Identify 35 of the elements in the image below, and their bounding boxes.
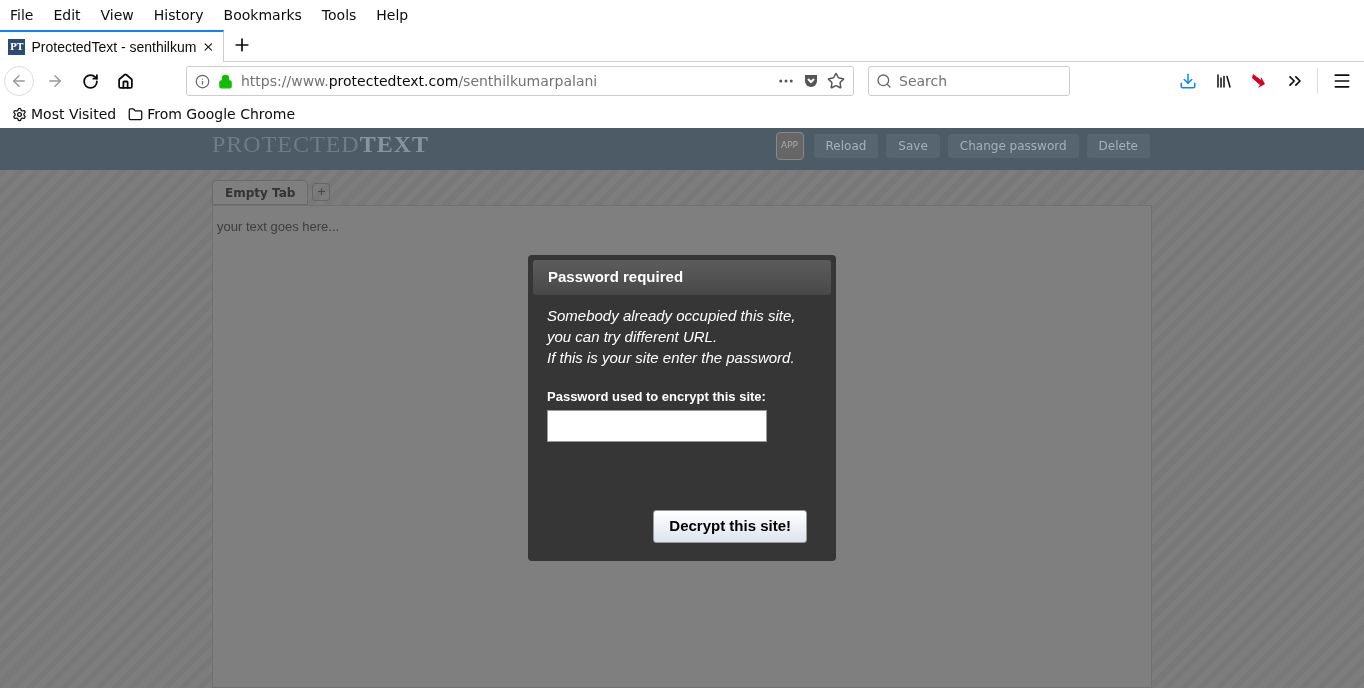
home-icon[interactable] [117, 72, 134, 90]
lock-icon [218, 73, 233, 89]
menu-item[interactable]: History [153, 4, 204, 26]
pocket-icon[interactable] [803, 73, 819, 89]
menu-item[interactable]: View [100, 4, 134, 26]
arrow-icon[interactable] [1251, 72, 1267, 90]
address-bar[interactable]: https://www.protectedtext.com/senthilkumarpalani [186, 66, 854, 96]
decrypt-button[interactable]: Decrypt this site! [653, 509, 807, 543]
forward-icon[interactable] [46, 72, 64, 90]
browser-tab[interactable]: PT ProtectedText - senthilkum [0, 30, 224, 62]
bookmark-item[interactable]: From Google Chrome [147, 103, 296, 125]
menu-item[interactable]: Bookmarks [223, 4, 302, 26]
url-text: https://www.protectedtext.com/senthilkumarpalani [241, 71, 599, 91]
dialog-title: Password required [533, 260, 831, 295]
menu-item[interactable]: Help [376, 4, 409, 26]
menu-item[interactable]: Tools [321, 4, 357, 26]
menu-icon[interactable] [1332, 71, 1352, 91]
reload-icon[interactable] [82, 72, 99, 90]
gear-icon [12, 106, 27, 122]
menu-item[interactable]: File [10, 4, 34, 26]
password-field[interactable] [547, 409, 767, 442]
library-icon[interactable] [1215, 72, 1233, 90]
search-icon [876, 73, 892, 89]
tab-title: ProtectedText - senthilkum [31, 37, 197, 57]
bookmark-item[interactable]: Most Visited [31, 103, 117, 125]
dialog-message: Somebody already occupied this site, you can try different URL. If this is your site enter the password. [547, 306, 797, 368]
field-label: Password used to encrypt this site: [547, 388, 767, 406]
folder-icon [128, 106, 144, 122]
search-field[interactable]: Search [868, 66, 1070, 96]
favicon: PT [8, 39, 26, 55]
menu-item[interactable]: Edit [53, 4, 81, 26]
star-icon[interactable] [827, 72, 845, 90]
info-icon[interactable] [195, 73, 210, 89]
download-icon[interactable] [1179, 72, 1197, 90]
editor-placeholder: your text goes here... [217, 219, 340, 234]
